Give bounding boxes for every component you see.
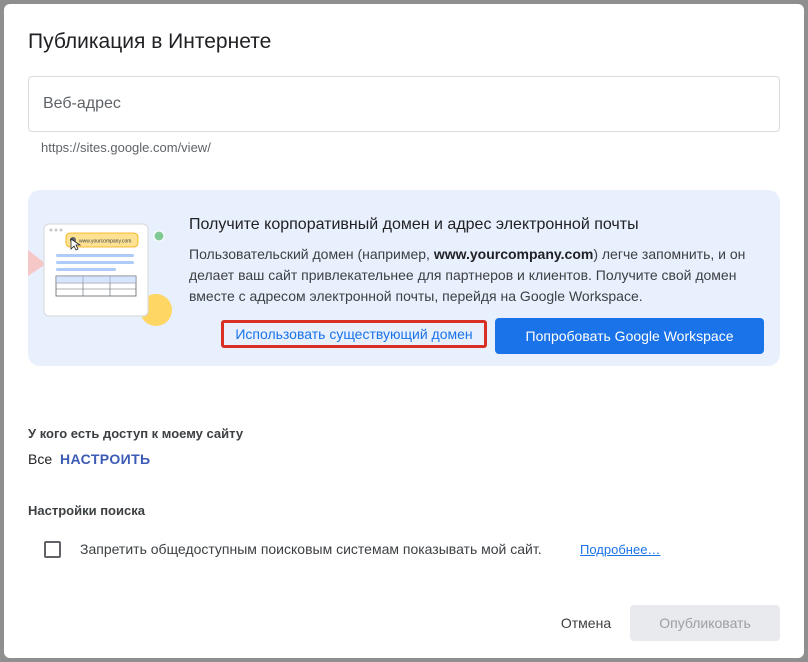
publish-button[interactable]: Опубликовать xyxy=(630,605,780,641)
promo-text-before: Пользовательский домен (например, xyxy=(189,246,434,262)
site-access-value: Все xyxy=(28,451,53,467)
learn-more-link[interactable]: Подробнее… xyxy=(580,542,660,557)
dialog-title: Публикация в Интернете xyxy=(28,30,272,53)
custom-domain-promo: www.yourcompany.com Получите корпоративн… xyxy=(28,190,780,366)
website-illustration-icon: www.yourcompany.com xyxy=(28,223,172,326)
illustration-url-text: www.yourcompany.com xyxy=(79,239,131,245)
web-address-hint: https://sites.google.com/view/ xyxy=(41,140,211,155)
web-address-field[interactable] xyxy=(28,76,780,132)
try-google-workspace-button[interactable]: Попробовать Google Workspace xyxy=(495,318,764,354)
web-address-input[interactable] xyxy=(43,77,763,131)
promo-description: Пользовательский домен (например, www.yo… xyxy=(189,244,769,307)
search-settings-label: Настройки поиска xyxy=(28,503,145,518)
site-access-label: У кого есть доступ к моему сайту xyxy=(28,426,244,441)
cancel-button[interactable]: Отмена xyxy=(548,605,624,641)
promo-title: Получите корпоративный домен и адрес эле… xyxy=(189,216,639,233)
use-existing-domain-button[interactable]: Использовать существующий домен xyxy=(221,320,487,348)
publish-dialog: Публикация в Интернете https://sites.goo… xyxy=(4,4,804,658)
block-search-engines-label[interactable]: Запретить общедоступным поисковым систем… xyxy=(80,541,542,557)
promo-example-domain: www.yourcompany.com xyxy=(433,246,594,262)
configure-access-button[interactable]: НАСТРОИТЬ xyxy=(60,451,151,467)
block-search-engines-checkbox[interactable] xyxy=(44,541,61,558)
